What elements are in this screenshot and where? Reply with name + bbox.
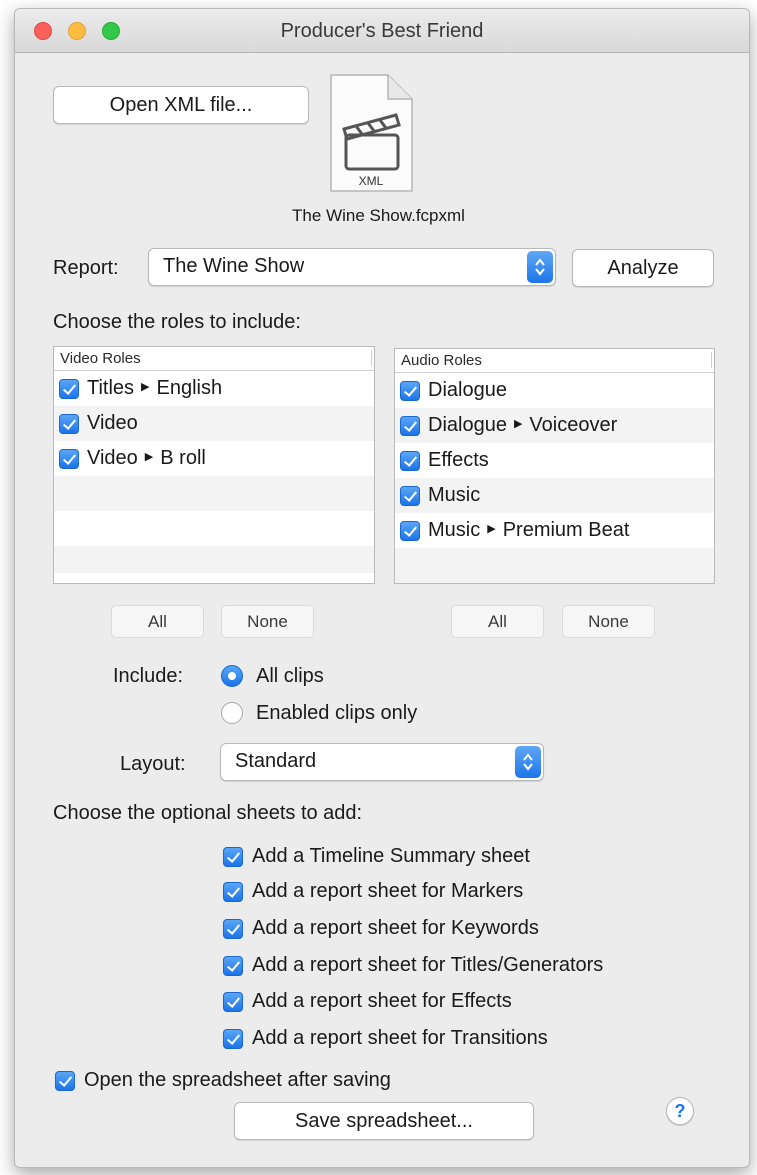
checkbox-checked-icon[interactable] — [400, 415, 420, 436]
video-roles-table: Video Roles Titles ▶ English Video Video… — [53, 346, 375, 584]
checkbox-checked-icon[interactable] — [223, 955, 243, 976]
disclosure-triangle-icon: ▶ — [487, 523, 496, 535]
sheet-option[interactable]: Add a report sheet for Keywords — [223, 917, 539, 940]
open-xml-button[interactable]: Open XML file... — [53, 86, 309, 124]
checkbox-checked-icon[interactable] — [55, 1070, 75, 1091]
empty-row — [54, 546, 374, 573]
audio-roles-table: Audio Roles Dialogue Dialogue ▶ Voiceove… — [394, 348, 715, 584]
disclosure-triangle-icon: ▶ — [513, 418, 523, 430]
checkbox-checked-icon[interactable] — [59, 413, 79, 434]
enabled-clips-label: Enabled clips only — [256, 702, 418, 724]
sheet-option[interactable]: Add a report sheet for Titles/Generators — [223, 954, 603, 977]
video-roles-header: Video Roles — [54, 347, 374, 371]
sheet-option[interactable]: Add a report sheet for Effects — [223, 990, 512, 1013]
radio-all-clips[interactable] — [221, 665, 243, 687]
layout-selected: Standard — [235, 750, 317, 772]
checkbox-checked-icon[interactable] — [59, 448, 79, 469]
checkbox-checked-icon[interactable] — [223, 991, 243, 1012]
sheet-option[interactable]: Add a report sheet for Transitions — [223, 1027, 548, 1050]
help-icon[interactable]: ? — [666, 1097, 694, 1125]
audio-none-button[interactable]: None — [562, 605, 655, 638]
sheet-option[interactable]: Add a report sheet for Markers — [223, 880, 523, 903]
file-name: The Wine Show.fcpxml — [292, 206, 465, 225]
title-bar: Producer's Best Friend — [15, 9, 749, 53]
radio-enabled-clips[interactable] — [221, 702, 243, 724]
checkbox-checked-icon[interactable] — [223, 881, 243, 902]
audio-roles-header: Audio Roles — [395, 349, 714, 373]
empty-row — [54, 511, 374, 546]
audio-role-row[interactable]: Dialogue ▶ Voiceover — [395, 408, 714, 443]
xml-icon-label: XML — [359, 174, 384, 188]
checkbox-checked-icon[interactable] — [400, 485, 420, 506]
audio-all-button[interactable]: All — [451, 605, 544, 638]
roles-heading: Choose the roles to include: — [53, 311, 301, 333]
include-label: Include: — [113, 665, 184, 687]
window-title: Producer's Best Friend — [280, 20, 484, 42]
checkbox-checked-icon[interactable] — [59, 378, 79, 399]
video-role-row[interactable]: Video ▶ B roll — [54, 441, 374, 476]
analyze-button[interactable]: Analyze — [572, 249, 714, 287]
checkbox-checked-icon[interactable] — [223, 1028, 243, 1049]
audio-role-row[interactable]: Music — [395, 478, 714, 513]
checkbox-checked-icon[interactable] — [400, 520, 420, 541]
popup-stepper-icon — [527, 251, 553, 283]
empty-row — [395, 548, 714, 583]
audio-role-row[interactable]: Dialogue — [395, 373, 714, 408]
video-all-button[interactable]: All — [111, 605, 204, 638]
checkbox-checked-icon[interactable] — [223, 846, 243, 867]
report-selected: The Wine Show — [163, 255, 305, 277]
sheet-option[interactable]: Add a Timeline Summary sheet — [223, 845, 530, 868]
video-role-row[interactable]: Video — [54, 406, 374, 441]
empty-row — [54, 476, 374, 511]
xml-file-icon: XML — [330, 74, 413, 192]
report-label: Report: — [53, 257, 119, 279]
layout-popup[interactable]: Standard — [220, 743, 544, 781]
video-none-button[interactable]: None — [221, 605, 314, 638]
layout-label: Layout: — [120, 753, 186, 775]
checkbox-checked-icon[interactable] — [400, 450, 420, 471]
checkbox-checked-icon[interactable] — [400, 380, 420, 401]
video-role-row[interactable]: Titles ▶ English — [54, 371, 374, 406]
popup-stepper-icon — [515, 746, 541, 778]
checkbox-checked-icon[interactable] — [223, 918, 243, 939]
audio-role-row[interactable]: Music ▶ Premium Beat — [395, 513, 714, 548]
open-after-saving-option[interactable]: Open the spreadsheet after saving — [55, 1069, 391, 1092]
save-spreadsheet-button[interactable]: Save spreadsheet... — [234, 1102, 534, 1140]
report-popup[interactable]: The Wine Show — [148, 248, 556, 286]
disclosure-triangle-icon: ▶ — [144, 451, 154, 463]
all-clips-label: All clips — [256, 665, 324, 687]
audio-role-row[interactable]: Effects — [395, 443, 714, 478]
disclosure-triangle-icon: ▶ — [141, 381, 150, 393]
sheets-heading: Choose the optional sheets to add: — [53, 802, 363, 824]
